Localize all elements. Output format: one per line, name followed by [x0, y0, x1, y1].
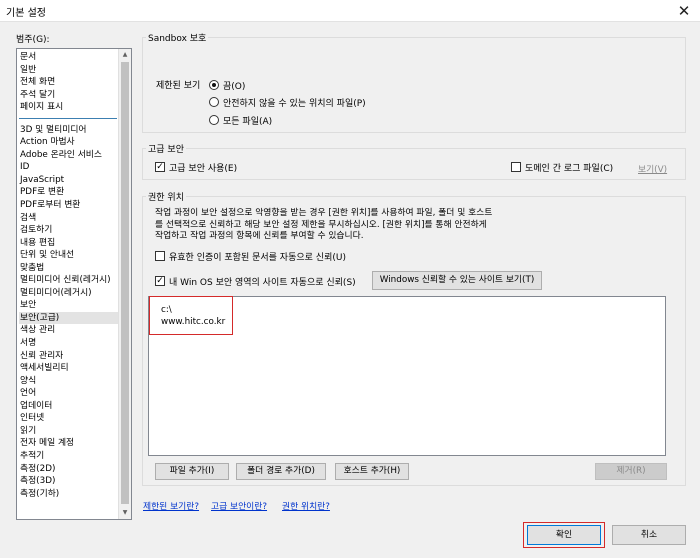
view-windows-trusted-sites-button[interactable]: Windows 신뢰할 수 있는 사이트 보기(T) [372, 271, 542, 290]
category-item[interactable]: ID [19, 161, 119, 174]
radio-button[interactable] [209, 115, 219, 125]
category-scrollbar[interactable]: ▲ ▼ [118, 49, 131, 519]
what-is-enhanced-security-link[interactable]: 고급 보안이란? [211, 499, 267, 512]
protected-view-option-label: 끔(O) [223, 82, 246, 92]
category-item[interactable]: 검토하기 [19, 224, 119, 237]
scroll-up-icon[interactable]: ▲ [119, 49, 131, 61]
enable-enhanced-security-box[interactable]: ✓ [155, 162, 165, 172]
category-item[interactable]: 신뢰 관리자 [19, 350, 119, 363]
category-item[interactable]: JavaScript [19, 174, 119, 187]
category-item[interactable]: 측정(기하) [19, 488, 119, 501]
category-item[interactable]: 검색 [19, 212, 119, 225]
privileged-locations-group-title: 권한 위치 [146, 190, 186, 203]
trust-certified-docs-label: 유효한 인증이 포함된 문서를 자동으로 신뢰(U) [169, 253, 346, 263]
category-item[interactable]: 3D 및 멀티미디어 [19, 124, 119, 137]
category-item[interactable]: 색상 관리 [19, 324, 119, 337]
description-line: 를 선택적으로 신뢰하고 해당 보안 설정 제한을 무시하십시오. [권한 위치… [155, 219, 487, 230]
category-item[interactable]: 멀티미디어 신뢰(레거시) [19, 274, 119, 287]
category-item[interactable]: 읽기 [19, 425, 119, 438]
category-item[interactable]: 단위 및 안내선 [19, 249, 119, 262]
category-item[interactable]: 전체 화면 [19, 76, 119, 89]
what-are-privileged-locations-link[interactable]: 권한 위치란? [282, 499, 330, 512]
enhanced-security-group-title: 고급 보안 [146, 142, 186, 155]
locations-highlight [149, 296, 233, 335]
category-item[interactable]: 인터넷 [19, 412, 119, 425]
ok-button[interactable]: 확인 [527, 525, 601, 545]
category-item[interactable]: 서명 [19, 337, 119, 350]
protected-view-option-label: 모든 파일(A) [223, 117, 273, 127]
category-item[interactable]: 맞춤법 [19, 262, 119, 275]
radio-button[interactable] [209, 80, 219, 90]
category-item[interactable]: 업데이터 [19, 400, 119, 413]
category-item[interactable]: 일반 [19, 64, 119, 77]
scrollbar-thumb[interactable] [121, 62, 129, 504]
enable-enhanced-security-checkbox[interactable]: ✓ 고급 보안 사용(E) [155, 160, 315, 174]
description-line: 작업하고 작업 과정의 항목에 신뢰를 부여할 수 있습니다. [155, 231, 364, 241]
protected-view-option-label: 안전하지 않을 수 있는 위치의 파일(P) [223, 99, 366, 109]
category-label: 범주(G): [16, 35, 50, 45]
category-item[interactable]: 언어 [19, 387, 119, 400]
add-folder-path-button[interactable]: 폴더 경로 추가(D) [236, 463, 326, 480]
category-item[interactable]: 측정(3D) [19, 475, 119, 488]
category-item[interactable]: PDF로부터 변환 [19, 199, 119, 212]
description-line: 작업 과정이 보안 설정으로 악영향을 받는 경우 [권한 위치]를 사용하여 … [155, 208, 493, 218]
trust-win-os-sites-checkbox[interactable]: ✓ 내 Win OS 보안 영역의 사이트 자동으로 신뢰(S) [155, 274, 365, 288]
trust-win-os-sites-label: 내 Win OS 보안 영역의 사이트 자동으로 신뢰(S) [169, 278, 356, 288]
what-is-protected-view-link[interactable]: 제한된 보기란? [143, 499, 199, 512]
category-list[interactable]: 문서 일반 전체 화면 주석 달기 페이지 표시 3D 및 멀티미디어 Action 마법사… [16, 48, 132, 520]
add-file-button[interactable]: 파일 추가(I) [155, 463, 229, 480]
radio-button[interactable] [209, 97, 219, 107]
category-separator [19, 117, 117, 119]
category-item[interactable]: 보안 [19, 299, 119, 312]
protected-view-option[interactable]: 안전하지 않을 수 있는 위치의 파일(P) [209, 95, 379, 109]
title-bar: 기본 설정 ✕ [0, 0, 700, 22]
category-item[interactable]: 측정(2D) [19, 463, 119, 476]
remove-button[interactable]: 제거(R) [595, 463, 667, 480]
privileged-locations-description: 작업 과정이 보안 설정으로 악영향을 받는 경우 [권한 위치]를 사용하여 … [155, 208, 675, 243]
trust-win-os-sites-box[interactable]: ✓ [155, 276, 165, 286]
sandbox-group-title: Sandbox 보호 [146, 31, 209, 44]
category-item[interactable]: 추적기 [19, 450, 119, 463]
protected-view-option[interactable]: 끔(O) [209, 78, 379, 92]
category-item[interactable]: 주석 달기 [19, 89, 119, 102]
category-item[interactable]: 페이지 표시 [19, 101, 119, 114]
category-item[interactable]: 멀티미디어(레거시) [19, 287, 119, 300]
category-item[interactable]: 보안(고급) [19, 311, 119, 325]
category-item[interactable]: PDF로 변환 [19, 186, 119, 199]
trust-certified-docs-checkbox[interactable]: 유효한 인증이 포함된 문서를 자동으로 신뢰(U) [155, 249, 395, 263]
category-item[interactable]: 내용 편집 [19, 237, 119, 250]
scroll-down-icon[interactable]: ▼ [119, 507, 131, 519]
add-host-button[interactable]: 호스트 추가(H) [335, 463, 409, 480]
category-items: 문서 일반 전체 화면 주석 달기 페이지 표시 3D 및 멀티미디어 Action 마법사… [19, 51, 119, 500]
cross-domain-log-checkbox[interactable]: 도메인 간 로그 파일(C) [511, 160, 621, 174]
category-item[interactable]: Adobe 온라인 서비스 [19, 149, 119, 162]
category-item[interactable]: 양식 [19, 375, 119, 388]
enable-enhanced-security-label: 고급 보안 사용(E) [169, 164, 238, 174]
trust-certified-docs-box[interactable] [155, 251, 165, 261]
category-item[interactable]: 액세서빌리티 [19, 362, 119, 375]
cancel-button[interactable]: 취소 [612, 525, 686, 545]
cross-domain-log-box[interactable] [511, 162, 521, 172]
close-icon[interactable]: ✕ [674, 1, 694, 21]
view-log-link[interactable]: 보기(V) [638, 162, 667, 175]
cross-domain-log-label: 도메인 간 로그 파일(C) [525, 164, 614, 174]
window-title: 기본 설정 [6, 8, 46, 19]
category-item[interactable]: Action 마법사 [19, 136, 119, 149]
category-item[interactable]: 전자 메일 계정 [19, 437, 119, 450]
protected-view-label: 제한된 보기 [156, 81, 201, 91]
protected-view-option[interactable]: 모든 파일(A) [209, 113, 379, 127]
category-item[interactable]: 문서 [19, 51, 119, 64]
